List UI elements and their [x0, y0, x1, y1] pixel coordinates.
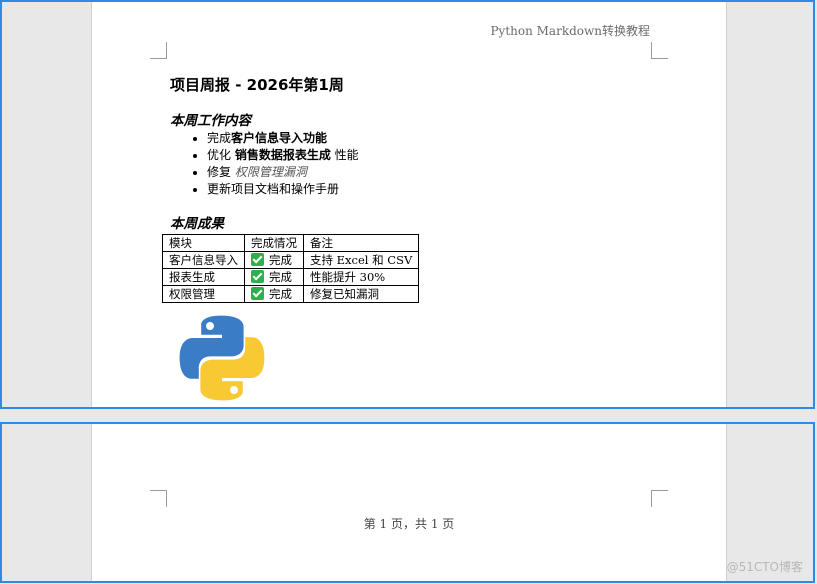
document-page-footer: 第 1 页，共 1 页: [91, 424, 727, 581]
page-view-bottom: 第 1 页，共 1 页 @51CTO博客: [0, 422, 815, 583]
list-item: 修复 权限管理漏洞: [207, 164, 359, 181]
check-icon: [251, 287, 264, 300]
list-item: 完成客户信息导入功能: [207, 130, 359, 147]
task-list: 完成客户信息导入功能 优化 销售数据报表生成 性能 修复 权限管理漏洞 更新项目…: [187, 130, 359, 198]
list-item: 优化 销售数据报表生成 性能: [207, 147, 359, 164]
column-header: 完成情况: [244, 234, 304, 252]
page-view-top: Python Markdown转换教程 项目周报 - 2026年第1周 本周工作…: [0, 0, 815, 409]
check-icon: [251, 253, 264, 266]
column-header: 模块: [162, 234, 245, 252]
table-header-row: 模块 完成情况 备注: [162, 234, 420, 252]
table-row: 客户信息导入 完成 支持 Excel 和 CSV: [162, 251, 420, 269]
table-row: 报表生成 完成 性能提升 30%: [162, 268, 420, 286]
page-header: Python Markdown转换教程: [490, 24, 650, 38]
crop-mark-bottom-left: [150, 490, 167, 507]
crop-mark-top-right: [651, 42, 668, 59]
work-heading: 本周工作内容: [170, 113, 251, 129]
check-icon: [251, 270, 264, 283]
watermark: @51CTO博客: [726, 560, 803, 574]
column-header: 备注: [302, 234, 420, 252]
document-title: 项目周报 - 2026年第1周: [170, 76, 344, 94]
crop-mark-top-left: [150, 42, 167, 59]
list-item: 更新项目文档和操作手册: [207, 181, 359, 198]
results-table: 模块 完成情况 备注 客户信息导入 完成 支持 Excel 和 CSV 报表生成…: [162, 234, 420, 303]
results-heading: 本周成果: [170, 216, 224, 232]
crop-mark-bottom-right: [651, 490, 668, 507]
table-row: 权限管理 完成 修复已知漏洞: [162, 285, 420, 303]
python-logo-icon: [179, 315, 265, 401]
document-page: Python Markdown转换教程 项目周报 - 2026年第1周 本周工作…: [91, 2, 727, 407]
page-footer: 第 1 页，共 1 页: [363, 517, 455, 531]
